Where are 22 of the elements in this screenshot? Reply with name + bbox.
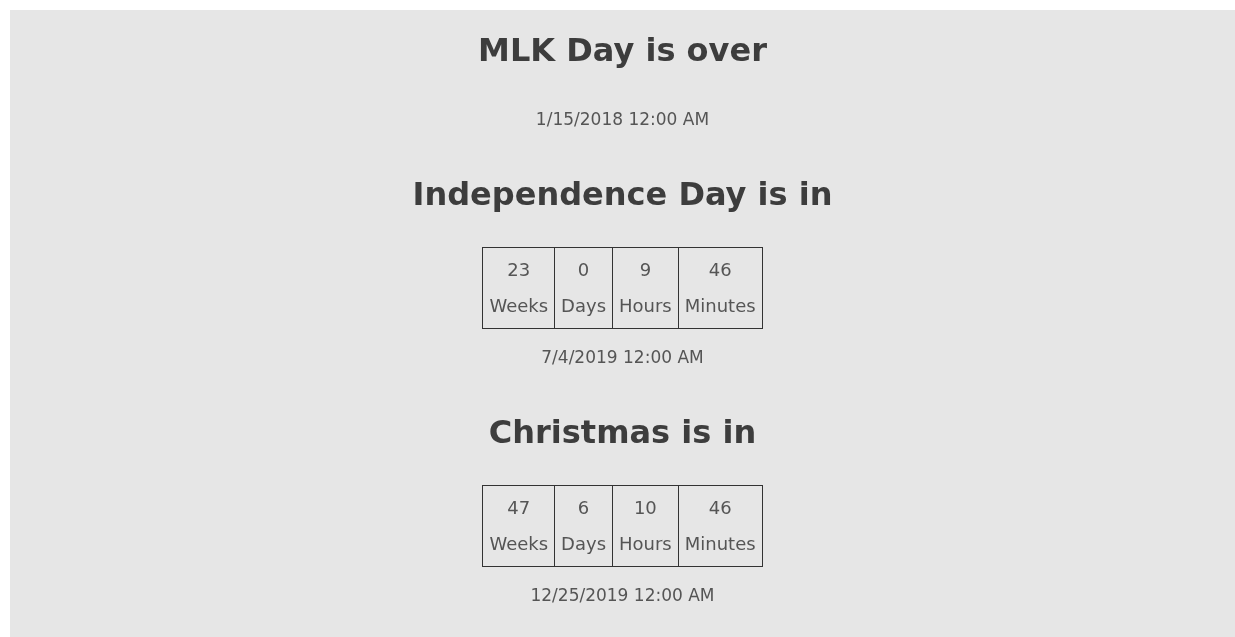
countdown-value: 0 [577,258,590,282]
countdown-unit: Minutes [684,532,756,556]
event-title: Christmas is in [488,412,757,453]
countdown-value: 46 [708,258,732,282]
countdown-value: 6 [577,496,590,520]
event-date: 12/25/2019 12:00 AM [530,584,715,607]
event-date: 7/4/2019 12:00 AM [541,346,704,369]
countdown-unit: Hours [619,294,672,318]
countdown-value: 23 [507,258,531,282]
countdown-value: 10 [633,496,657,520]
countdown-unit: Days [561,532,606,556]
countdown-value: 46 [708,496,732,520]
countdown-value: 9 [639,258,652,282]
countdown-unit: Weeks [489,294,549,318]
countdown-unit: Weeks [489,532,549,556]
countdown-unit: Days [561,294,606,318]
countdown-unit: Hours [619,532,672,556]
event-title: MLK Day is over [478,30,767,71]
countdown-unit: Minutes [684,294,756,318]
countdown-value: 47 [507,496,531,520]
event-date: 1/15/2018 12:00 AM [535,108,710,131]
event-title: Independence Day is in [412,174,833,215]
